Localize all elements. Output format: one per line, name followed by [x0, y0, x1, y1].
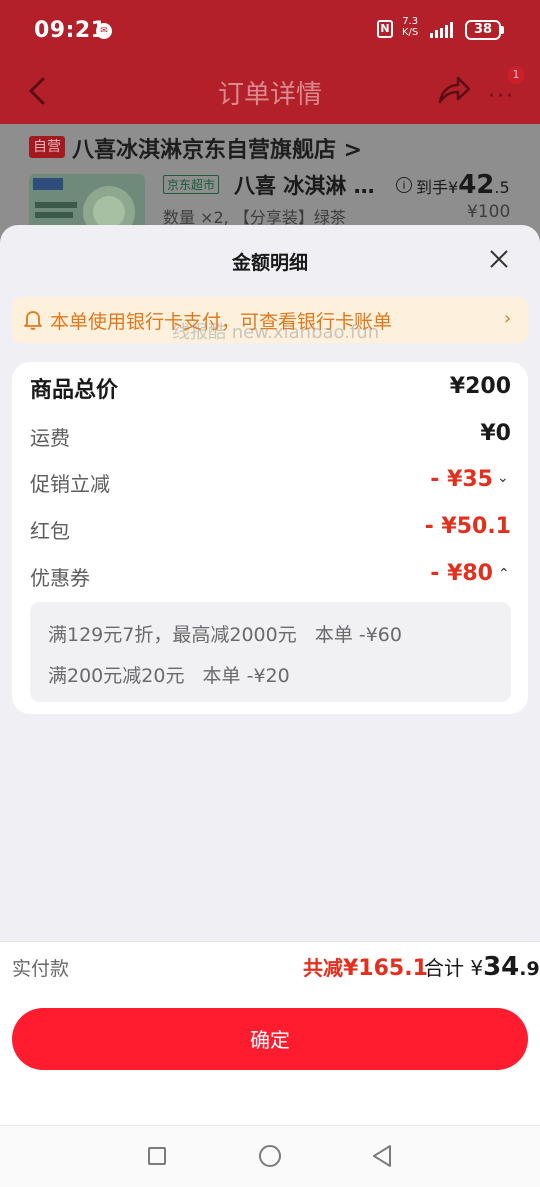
- battery-icon: 38: [465, 20, 501, 40]
- sheet-title: 金额明细: [231, 252, 308, 274]
- coupon-detail-line: 满129元7折，最高减2000元 本单 -¥60: [48, 624, 402, 646]
- home-icon[interactable]: [259, 1145, 281, 1167]
- info-icon[interactable]: i: [396, 177, 412, 193]
- back-nav-icon[interactable]: [371, 1144, 393, 1168]
- red-packet-value: - ¥50.1: [424, 514, 511, 539]
- actual-payment-label: 实付款: [12, 958, 70, 980]
- promo-label: 促销立减: [30, 472, 110, 496]
- total-sum: 合计 ¥34.9: [424, 952, 540, 982]
- battery-tip: [501, 26, 504, 34]
- more-icon[interactable]: ···: [488, 84, 515, 109]
- discount-value: ¥165.1: [343, 956, 428, 981]
- product-name[interactable]: 八喜 冰淇淋 …: [234, 170, 375, 200]
- red-packet-label: 红包: [30, 519, 70, 543]
- notification-badge: 1: [507, 66, 525, 84]
- final-price-integer: 42: [458, 170, 495, 200]
- bell-icon: [24, 311, 42, 330]
- chevron-down-icon[interactable]: ⌄: [497, 470, 509, 486]
- network-speed: 7.3 K/S: [402, 16, 418, 38]
- store-name[interactable]: 八喜冰淇淋京东自营旗舰店 >: [72, 132, 362, 164]
- notification-icon: ✉: [96, 23, 112, 39]
- recent-apps-icon[interactable]: [148, 1147, 166, 1165]
- close-icon[interactable]: [486, 246, 512, 272]
- network-speed-unit: K/S: [402, 27, 419, 38]
- discount-prefix: 共减: [303, 956, 343, 980]
- total-price-value: ¥200: [449, 374, 511, 399]
- chevron-up-icon[interactable]: ⌃: [498, 566, 510, 582]
- watermark-text: 线报酷 new.xianbao.fun: [172, 322, 380, 343]
- network-speed-value: 7.3: [402, 16, 419, 27]
- final-price-decimal: .5: [494, 178, 510, 197]
- sum-prefix: 合计 ¥: [424, 956, 484, 980]
- coupon-detail-line: 满200元减20元 本单 -¥20: [48, 665, 290, 687]
- jd-supermarket-tag: 京东超市: [163, 175, 220, 194]
- share-icon[interactable]: [436, 74, 472, 106]
- shipping-value: ¥0: [480, 421, 511, 446]
- total-discount: 共减¥165.1: [303, 952, 428, 981]
- total-price-label: 商品总价: [30, 378, 119, 403]
- promo-value[interactable]: - ¥35: [430, 467, 493, 492]
- coupon-label: 优惠券: [30, 566, 90, 590]
- sum-integer: 34: [483, 952, 520, 982]
- nfc-icon: N: [377, 20, 393, 38]
- final-price-prefix: 到手¥: [416, 178, 459, 197]
- confirm-button[interactable]: 确定: [12, 1008, 528, 1070]
- shipping-label: 运费: [30, 426, 70, 450]
- self-operated-tag: 自营: [29, 136, 65, 158]
- original-price: ¥100: [467, 202, 511, 222]
- signal-icon: [430, 22, 453, 38]
- sum-decimal: .9: [519, 958, 540, 980]
- chevron-right-icon: ›: [504, 308, 512, 329]
- coupon-value[interactable]: - ¥80: [430, 561, 493, 586]
- final-price: 到手¥42.5: [416, 170, 510, 200]
